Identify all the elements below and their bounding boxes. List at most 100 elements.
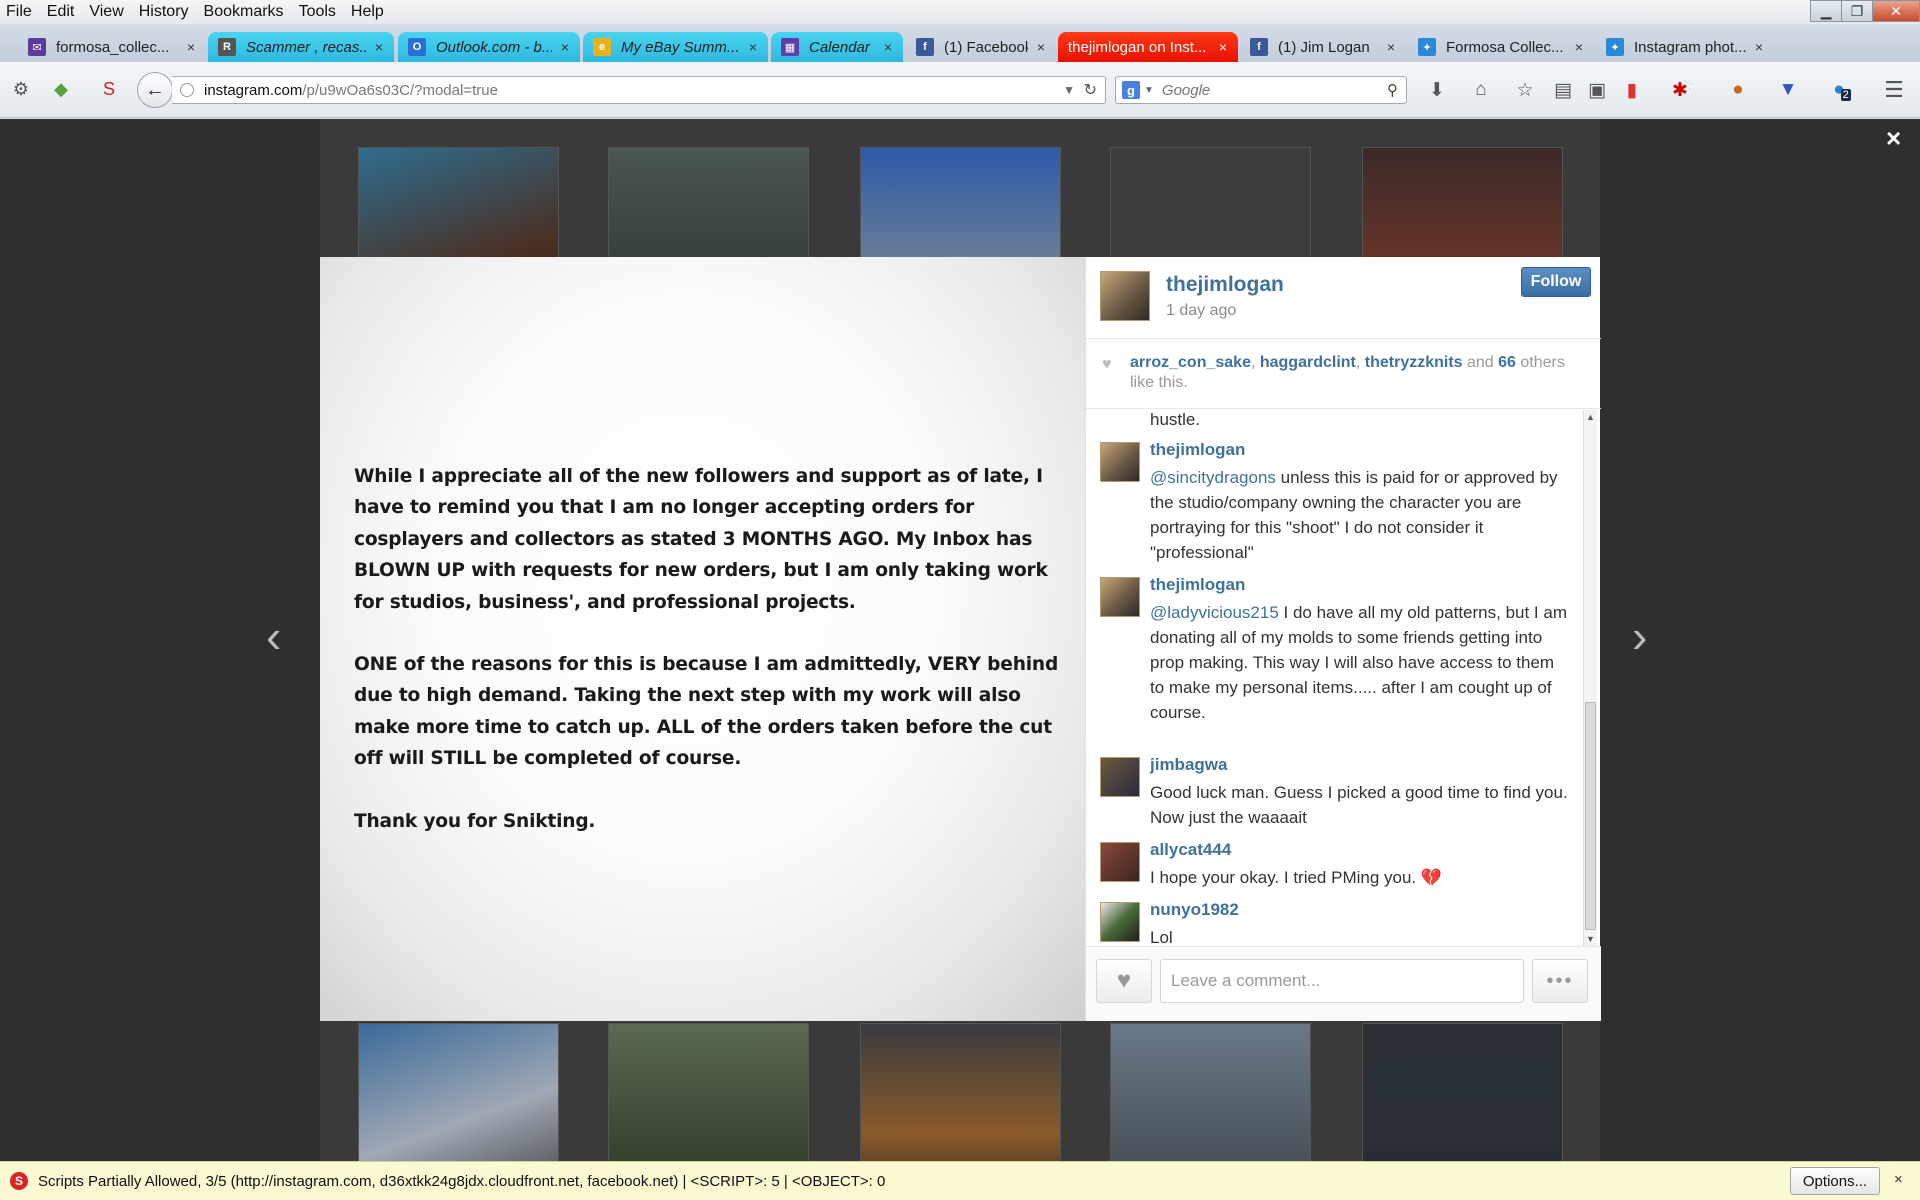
- addon-leaf-icon[interactable]: ◆: [50, 78, 72, 100]
- tab-6[interactable]: thejimlogan on Inst... ×: [1058, 32, 1238, 62]
- heart-icon: ♥: [1116, 967, 1132, 994]
- abe-icon[interactable]: ▼: [1776, 78, 1800, 102]
- site-identity-icon[interactable]: [180, 83, 194, 97]
- avatar[interactable]: [1100, 842, 1140, 882]
- tab-close-icon[interactable]: ×: [558, 39, 572, 55]
- home-icon[interactable]: ⌂: [1469, 78, 1493, 102]
- tab-4[interactable]: ▦ Calendar ×: [771, 32, 903, 62]
- avatar[interactable]: [1100, 757, 1140, 797]
- photo-image[interactable]: While I appreciate all of the new follow…: [320, 257, 1085, 1021]
- tab-close-icon[interactable]: ×: [1384, 39, 1398, 55]
- tab-1[interactable]: R Scammer , recas... ×: [208, 32, 394, 62]
- post-username[interactable]: thejimlogan: [1166, 273, 1284, 297]
- comment-username[interactable]: allycat444: [1150, 840, 1231, 860]
- download-icon[interactable]: ⬇: [1425, 78, 1449, 102]
- tab-close-icon[interactable]: ×: [1216, 39, 1230, 55]
- comment-username[interactable]: nunyo1982: [1150, 900, 1239, 920]
- comment-username[interactable]: thejimlogan: [1150, 575, 1245, 595]
- addon-cross-icon[interactable]: ✱: [1668, 78, 1692, 102]
- comment-mention[interactable]: @sincitydragons: [1150, 468, 1276, 487]
- menu-file[interactable]: File: [0, 0, 41, 24]
- tab-close-icon[interactable]: ×: [1034, 39, 1048, 55]
- minimize-button[interactable]: ▁: [1810, 0, 1842, 22]
- addon-red-icon[interactable]: ▮: [1620, 78, 1644, 102]
- back-button[interactable]: ←: [137, 72, 173, 108]
- tab-close-icon[interactable]: ×: [746, 39, 760, 55]
- menu-help[interactable]: Help: [345, 0, 393, 24]
- bookmarks-menu-icon[interactable]: ▤: [1551, 78, 1575, 102]
- tab-9[interactable]: ✦ Instagram phot... ×: [1596, 32, 1774, 62]
- likes-separator: ,: [1250, 354, 1260, 371]
- menu-history[interactable]: History: [133, 0, 198, 24]
- menu-bookmarks[interactable]: Bookmarks: [198, 0, 293, 24]
- menu-tools[interactable]: Tools: [293, 0, 345, 24]
- url-bar[interactable]: instagram.com/p/u9wOa6s03C/?modal=true ▼…: [172, 76, 1106, 104]
- photo-paragraph: ONE of the reasons for this is because I…: [354, 654, 1059, 770]
- tab-close-icon[interactable]: ×: [881, 39, 895, 55]
- bookmark-star-icon[interactable]: ☆: [1513, 78, 1537, 102]
- menu-edit[interactable]: Edit: [41, 0, 84, 24]
- comment-input[interactable]: [1160, 959, 1524, 1003]
- back-arrow-icon: ←: [145, 78, 165, 101]
- comment-username[interactable]: jimbagwa: [1150, 755, 1227, 775]
- previous-photo-arrow-icon[interactable]: ‹: [266, 609, 281, 663]
- tab-close-icon[interactable]: ×: [184, 39, 198, 55]
- tab-close-icon[interactable]: ×: [1752, 39, 1766, 55]
- avatar[interactable]: [1100, 577, 1140, 617]
- tab-close-icon[interactable]: ×: [372, 39, 386, 55]
- tab-5[interactable]: f (1) Facebook ×: [906, 32, 1056, 62]
- window-close-button[interactable]: ✕: [1872, 0, 1920, 22]
- tab-0[interactable]: ✉ formosa_collec... ×: [18, 32, 206, 62]
- status-close-icon[interactable]: ×: [1894, 1171, 1903, 1188]
- noscript-icon[interactable]: S: [98, 78, 120, 100]
- avatar[interactable]: [1100, 902, 1140, 942]
- avatar[interactable]: [1100, 271, 1150, 321]
- search-engine-dropdown-icon[interactable]: ▼: [1144, 85, 1154, 96]
- maximize-button[interactable]: ❐: [1841, 0, 1873, 22]
- scroll-up-icon[interactable]: ▲: [1586, 412, 1595, 422]
- follow-button[interactable]: Follow: [1521, 267, 1591, 297]
- next-photo-arrow-icon[interactable]: ›: [1632, 609, 1647, 663]
- menu-view[interactable]: View: [83, 0, 132, 24]
- grid-thumbnail[interactable]: [1362, 1023, 1563, 1161]
- scroll-down-icon[interactable]: ▼: [1586, 934, 1595, 944]
- notification-icon[interactable]: ● 2: [1830, 78, 1854, 102]
- scrollbar-thumb[interactable]: [1585, 702, 1596, 930]
- tab-2[interactable]: O Outlook.com - b... ×: [398, 32, 580, 62]
- comment-username[interactable]: thejimlogan: [1150, 440, 1245, 460]
- tab-7[interactable]: f (1) Jim Logan ×: [1240, 32, 1406, 62]
- tool-icon[interactable]: ⚙: [10, 78, 32, 100]
- likes-count[interactable]: 66: [1498, 354, 1516, 371]
- grid-thumbnail[interactable]: [608, 1023, 809, 1161]
- hamburger-menu-icon[interactable]: ☰: [1882, 77, 1906, 102]
- more-options-button[interactable]: •••: [1532, 959, 1588, 1003]
- comment-mention[interactable]: @ladyvicious215: [1150, 603, 1279, 622]
- search-engine-icon[interactable]: g: [1122, 81, 1140, 99]
- grid-thumbnail[interactable]: [358, 1023, 559, 1161]
- liker-link[interactable]: thetryzzknits: [1365, 354, 1463, 371]
- search-input[interactable]: [1161, 81, 1382, 99]
- avatar[interactable]: [1100, 442, 1140, 482]
- grid-thumbnail[interactable]: [860, 1023, 1061, 1161]
- search-bar[interactable]: g ▼ ⚲: [1115, 76, 1407, 104]
- modal-close-icon[interactable]: ×: [1886, 123, 1901, 154]
- addon-orange-icon[interactable]: ●: [1726, 78, 1750, 102]
- options-button[interactable]: Options...: [1790, 1167, 1880, 1195]
- photo-sidebar: thejimlogan 1 day ago Follow ♥ arroz_con…: [1085, 257, 1601, 1021]
- url-history-dropdown-icon[interactable]: ▼: [1063, 83, 1075, 97]
- tab-8[interactable]: ✦ Formosa Collec... ×: [1408, 32, 1594, 62]
- reload-icon[interactable]: ↻: [1084, 80, 1097, 100]
- tab-3[interactable]: e My eBay Summ... ×: [583, 32, 768, 62]
- like-button[interactable]: ♥: [1096, 959, 1152, 1003]
- tab-close-icon[interactable]: ×: [1572, 39, 1586, 55]
- liker-link[interactable]: haggardclint: [1260, 354, 1356, 371]
- grid-thumbnail[interactable]: [1110, 1023, 1311, 1161]
- screenshot-icon[interactable]: ▣: [1585, 78, 1609, 102]
- comments-list[interactable]: hustle. thejimlogan @sincitydragons unle…: [1086, 410, 1601, 946]
- comments-scrollbar[interactable]: ▲ ▼: [1583, 410, 1597, 946]
- formosa-icon: ✦: [1606, 38, 1624, 56]
- search-icon[interactable]: ⚲: [1387, 81, 1398, 99]
- tab-title: formosa_collec...: [56, 38, 170, 56]
- liker-link[interactable]: arroz_con_sake: [1130, 354, 1251, 371]
- page-backdrop: × ‹ › While I appreciate all of the new …: [0, 119, 1920, 1161]
